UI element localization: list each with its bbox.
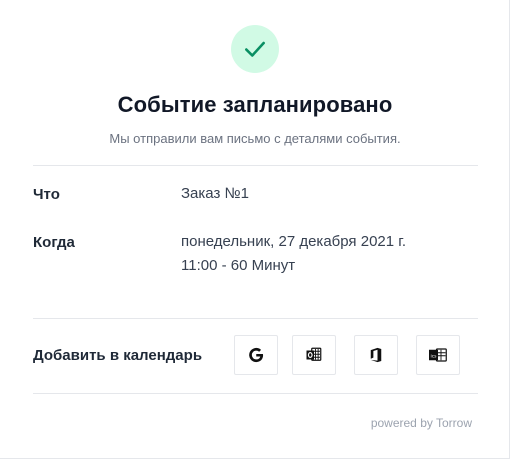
what-value: Заказ №1 — [181, 185, 249, 202]
success-badge — [231, 25, 279, 73]
page-subtitle: Мы отправили вам письмо с деталями событ… — [109, 131, 401, 146]
google-calendar-icon — [249, 347, 264, 363]
what-label: Что — [33, 186, 60, 203]
office365-calendar-icon — [370, 347, 382, 363]
outlook-calendar-icon — [306, 347, 322, 361]
outlook-calendar-button[interactable] — [292, 335, 336, 375]
page-title: Событие запланировано — [117, 92, 393, 117]
ics-calendar-icon: ics — [429, 348, 447, 362]
when-date: понедельник, 27 декабря 2021 г. — [181, 233, 407, 250]
google-calendar-button[interactable] — [234, 335, 278, 375]
divider-bottom — [33, 393, 478, 394]
check-icon — [245, 41, 265, 57]
office365-calendar-button[interactable] — [354, 335, 398, 375]
when-time: 11:00 - 60 Минут — [181, 257, 296, 274]
svg-text:ics: ics — [430, 353, 437, 359]
booking-confirmation-card: Событие запланировано Мы отправили вам п… — [0, 0, 510, 459]
powered-by-link[interactable]: powered by Torrow — [371, 416, 472, 430]
ics-calendar-button[interactable]: ics — [416, 335, 460, 375]
add-to-calendar-label: Добавить в календарь — [33, 347, 203, 364]
divider-top — [33, 165, 478, 166]
when-label: Когда — [33, 234, 75, 251]
divider-middle — [33, 318, 478, 319]
